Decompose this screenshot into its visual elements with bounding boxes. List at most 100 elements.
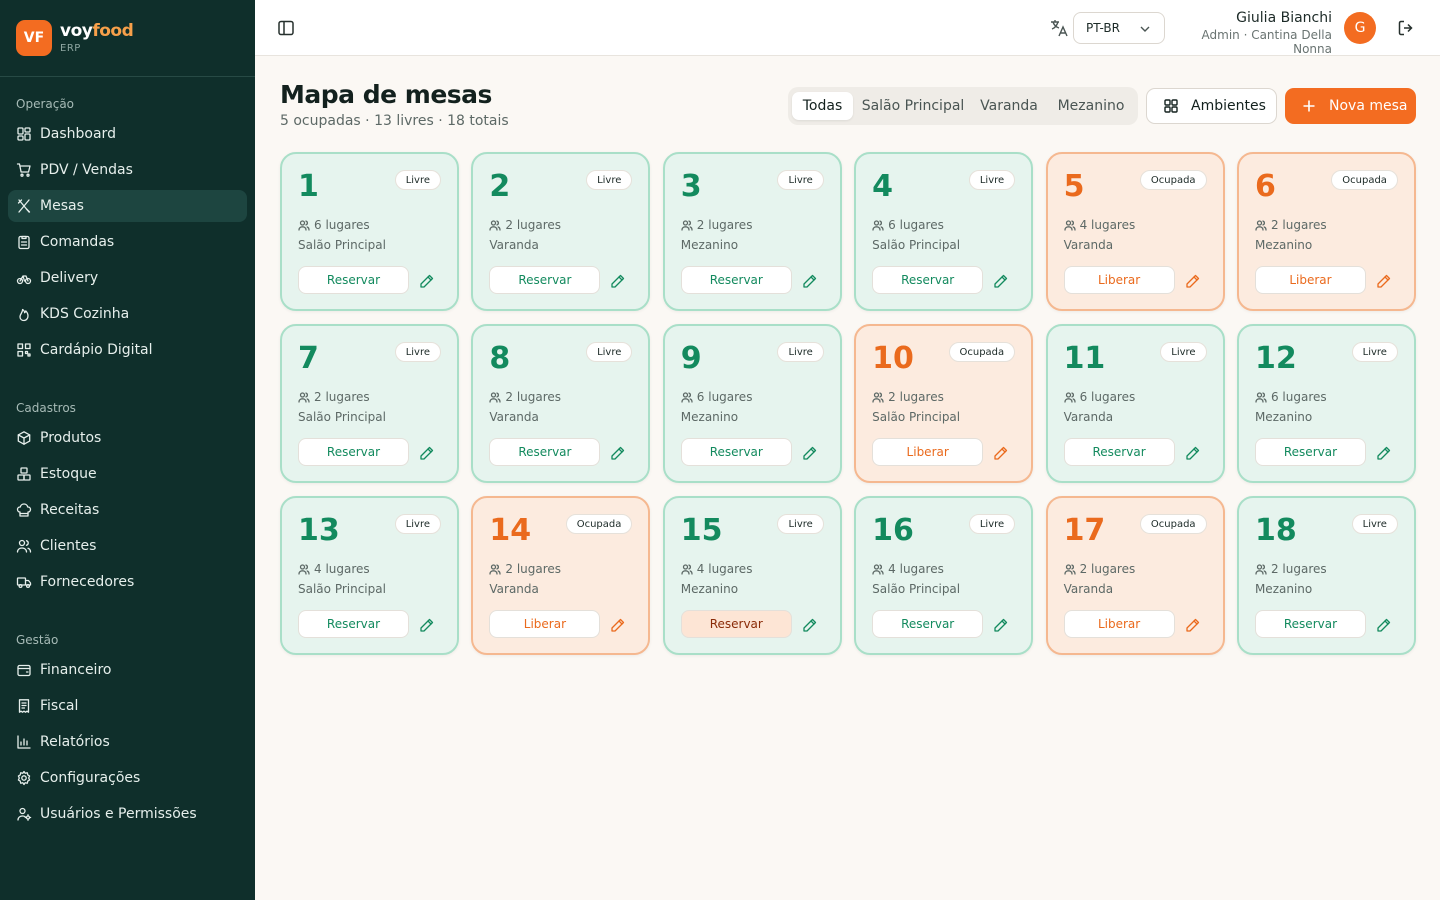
table-card[interactable]: 16 Livre 4 lugares Salão Principal Reservar: [854, 496, 1034, 655]
pencil-icon[interactable]: [802, 617, 818, 633]
sidebar-toggle-icon[interactable]: [276, 18, 296, 38]
pencil-icon[interactable]: [1185, 617, 1201, 633]
pencil-icon[interactable]: [419, 617, 435, 633]
logout-icon[interactable]: [1396, 18, 1416, 38]
pencil-icon[interactable]: [610, 617, 626, 633]
pencil-icon[interactable]: [1185, 273, 1201, 289]
reservar-button[interactable]: Reservar: [489, 438, 601, 466]
liberar-button[interactable]: Liberar: [1063, 266, 1175, 294]
reservar-button[interactable]: Reservar: [298, 438, 409, 466]
reservar-button[interactable]: Reservar: [872, 610, 984, 638]
bike-icon: [16, 270, 32, 286]
sidebar-item-mesas[interactable]: Mesas: [8, 190, 247, 222]
area-filter-tabs: Todas Salão Principal Varanda Mezanino: [788, 87, 1138, 125]
pencil-icon[interactable]: [993, 273, 1009, 289]
seats-info: 2 lugares: [489, 218, 561, 232]
users-icon: [489, 391, 502, 403]
sidebar-item-label: Mesas: [40, 198, 84, 214]
users-icon: [872, 219, 884, 231]
table-card[interactable]: 18 Livre 2 lugares Mezanino Reservar: [1236, 496, 1416, 655]
table-number: 12: [1254, 341, 1297, 376]
reservar-button[interactable]: Reservar: [298, 610, 409, 638]
table-card[interactable]: 14 Ocupada 2 lugares Varanda Liberar: [471, 496, 651, 655]
reservar-button[interactable]: Reservar: [680, 266, 792, 294]
reservar-button[interactable]: Reservar: [680, 438, 792, 466]
table-card[interactable]: 9 Livre 6 lugares Mezanino Reservar: [662, 324, 842, 483]
pencil-icon[interactable]: [610, 445, 626, 461]
sidebar-item-usuarios-e-permissoes[interactable]: Usuários e Permissões: [8, 798, 247, 830]
seats-info: 2 lugares: [681, 218, 752, 232]
liberar-button[interactable]: Liberar: [872, 438, 984, 466]
table-number: 8: [489, 341, 511, 376]
reservar-button[interactable]: Reservar: [1254, 438, 1366, 466]
pencil-icon[interactable]: [1376, 445, 1392, 461]
brand[interactable]: VF voyfood ERP: [0, 0, 255, 77]
sidebar-item-cardapio-digital[interactable]: Cardápio Digital: [8, 334, 247, 366]
sidebar-item-pdv-vendas[interactable]: PDV / Vendas: [8, 154, 247, 186]
pencil-icon[interactable]: [419, 273, 435, 289]
reservar-button[interactable]: Reservar: [872, 266, 984, 294]
seats-label: 2 lugares: [1270, 562, 1327, 576]
dashboard-icon: [16, 126, 32, 142]
sidebar-item-configuracoes[interactable]: Configurações: [8, 762, 247, 794]
tab-varanda[interactable]: Varanda: [974, 92, 1044, 120]
reservar-button[interactable]: Reservar: [1063, 438, 1175, 466]
tab-mezanino[interactable]: Mezanino: [1050, 92, 1132, 120]
table-card[interactable]: 11 Livre 6 lugares Varanda Reservar: [1045, 324, 1225, 483]
tab-salao-principal[interactable]: Salão Principal: [858, 92, 968, 120]
table-card[interactable]: 13 Livre 4 lugares Salão Principal Reservar: [280, 496, 459, 655]
table-card[interactable]: 2 Livre 2 lugares Varanda Reservar: [471, 152, 651, 311]
pencil-icon[interactable]: [993, 617, 1009, 633]
sidebar-item-clientes[interactable]: Clientes: [8, 530, 247, 562]
sidebar-item-comandas[interactable]: Comandas: [8, 226, 247, 258]
table-card[interactable]: 7 Livre 2 lugares Salão Principal Reservar: [280, 324, 459, 483]
sidebar-item-produtos[interactable]: Produtos: [8, 422, 247, 454]
seats-info: 2 lugares: [298, 390, 370, 404]
sidebar-item-receitas[interactable]: Receitas: [8, 494, 247, 526]
pencil-icon[interactable]: [993, 445, 1009, 461]
sidebar-item-fornecedores[interactable]: Fornecedores: [8, 566, 247, 598]
chevron-down-icon: [1138, 22, 1152, 36]
table-card[interactable]: 17 Ocupada 2 lugares Varanda Liberar: [1045, 496, 1225, 655]
pencil-icon[interactable]: [1185, 445, 1201, 461]
language-select[interactable]: PT-BR: [1073, 12, 1165, 44]
reservar-button[interactable]: Reservar: [1254, 610, 1366, 638]
reservar-button[interactable]: Reservar: [680, 610, 792, 638]
sidebar-item-relatorios[interactable]: Relatórios: [8, 726, 247, 758]
ambientes-button[interactable]: Ambientes: [1146, 88, 1277, 124]
pencil-icon[interactable]: [1376, 617, 1392, 633]
table-card[interactable]: 5 Ocupada 4 lugares Varanda Liberar: [1045, 152, 1225, 311]
table-card[interactable]: 6 Ocupada 2 lugares Mezanino Liberar: [1236, 152, 1416, 311]
liberar-button[interactable]: Liberar: [489, 610, 601, 638]
sidebar-item-financeiro[interactable]: Financeiro: [8, 654, 247, 686]
table-card[interactable]: 4 Livre 6 lugares Salão Principal Reservar: [854, 152, 1034, 311]
sidebar-item-dashboard[interactable]: Dashboard: [8, 118, 247, 150]
pencil-icon[interactable]: [802, 273, 818, 289]
seats-label: 4 lugares: [888, 562, 944, 576]
table-card[interactable]: 1 Livre 6 lugares Salão Principal Reservar: [280, 152, 459, 311]
liberar-button[interactable]: Liberar: [1063, 610, 1175, 638]
pencil-icon[interactable]: [610, 273, 626, 289]
page-subtitle: 5 ocupadas · 13 livres · 18 totais: [280, 113, 509, 129]
sidebar-item-estoque[interactable]: Estoque: [8, 458, 247, 490]
liberar-button[interactable]: Liberar: [1254, 266, 1366, 294]
table-card[interactable]: 12 Livre 6 lugares Mezanino Reservar: [1236, 324, 1416, 483]
reservar-button[interactable]: Reservar: [489, 266, 601, 294]
sidebar-item-kds-cozinha[interactable]: KDS Cozinha: [8, 298, 247, 330]
language-value: PT-BR: [1086, 21, 1120, 35]
pencil-icon[interactable]: [1376, 273, 1392, 289]
table-card[interactable]: 15 Livre 4 lugares Mezanino Reservar: [662, 496, 842, 655]
table-number: 6: [1254, 169, 1276, 204]
table-card[interactable]: 3 Livre 2 lugares Mezanino Reservar: [662, 152, 842, 311]
table-card[interactable]: 8 Livre 2 lugares Varanda Reservar: [471, 324, 651, 483]
sidebar-item-delivery[interactable]: Delivery: [8, 262, 247, 294]
new-table-button[interactable]: Nova mesa: [1285, 88, 1416, 124]
reservar-button[interactable]: Reservar: [298, 266, 409, 294]
pencil-icon[interactable]: [802, 445, 818, 461]
sidebar-item-fiscal[interactable]: Fiscal: [8, 690, 247, 722]
pencil-icon[interactable]: [419, 445, 435, 461]
tab-todas[interactable]: Todas: [792, 92, 853, 120]
table-card[interactable]: 10 Ocupada 2 lugares Salão Principal Liberar: [854, 324, 1034, 483]
avatar[interactable]: G: [1344, 12, 1376, 44]
seats-info: 6 lugares: [681, 390, 752, 404]
